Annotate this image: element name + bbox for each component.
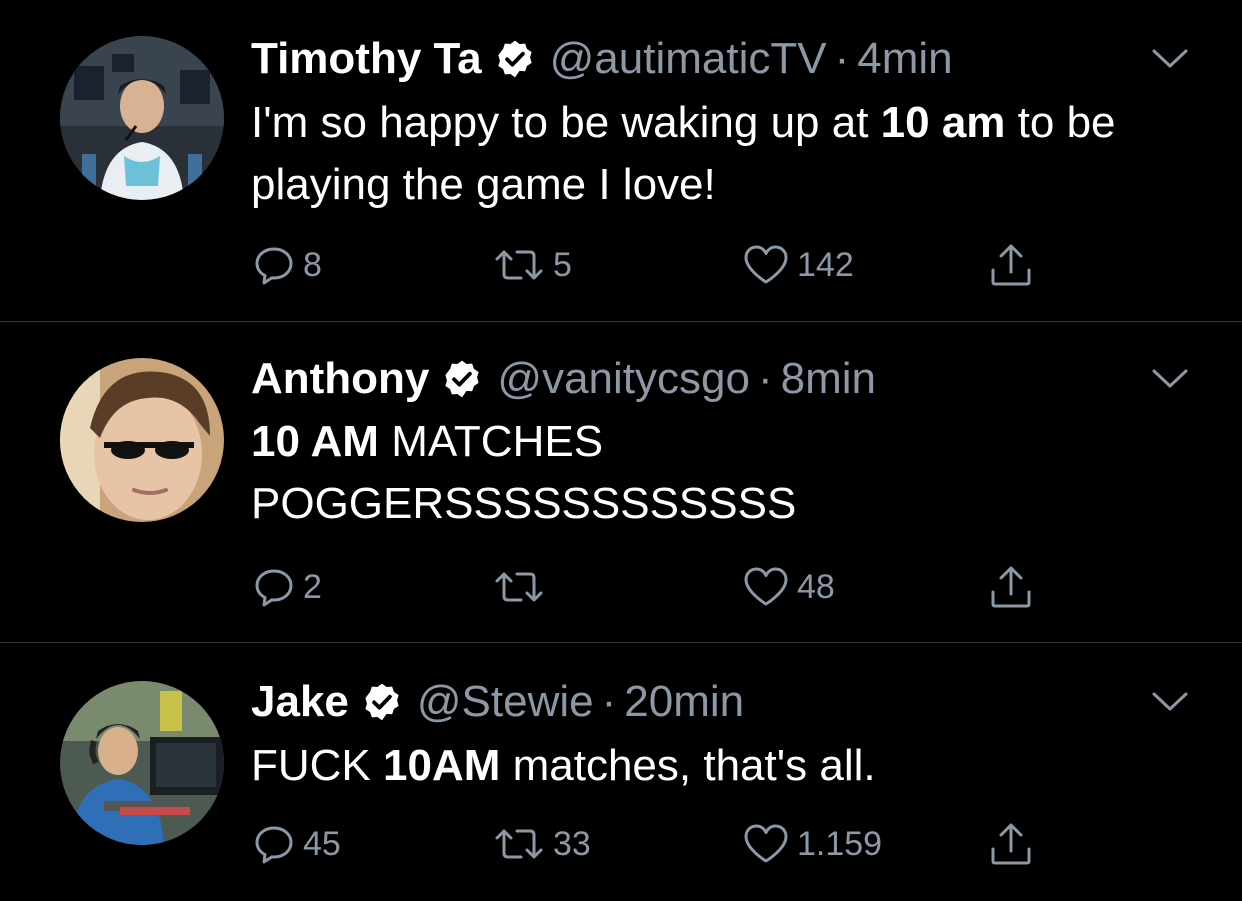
share-button[interactable] (987, 562, 1035, 612)
verified-badge-icon (441, 358, 483, 400)
like-button[interactable]: 142 (741, 240, 854, 290)
heart-icon (741, 821, 791, 867)
like-button[interactable]: 1.159 (741, 819, 882, 869)
tweet-text-bold: 10AM (383, 741, 501, 790)
reply-button[interactable]: 45 (251, 819, 341, 869)
tweet-header: Jake @Stewie · 20min (251, 677, 744, 727)
tweet-actions: 2 48 (251, 562, 1051, 612)
avatar[interactable] (60, 358, 224, 522)
avatar[interactable] (60, 681, 224, 845)
reply-count: 8 (303, 245, 322, 284)
retweet-button[interactable] (491, 562, 553, 612)
retweet-button[interactable]: 5 (491, 240, 572, 290)
tweet-header: Timothy Ta @autimaticTV · 4min (251, 34, 953, 84)
share-icon (987, 819, 1035, 869)
tweet[interactable]: Anthony @vanitycsgo · 8min 10 AM MATCHES… (0, 322, 1242, 643)
verified-badge-icon (361, 681, 403, 723)
tweet-header: Anthony @vanitycsgo · 8min (251, 354, 876, 404)
tweet-text: FUCK 10AM matches, that's all. (251, 735, 1191, 797)
tweet-actions: 45 33 1.159 (251, 819, 1051, 869)
chevron-down-icon[interactable] (1150, 366, 1190, 392)
retweet-count: 33 (553, 824, 591, 863)
tweet-text: I'm so happy to be waking up at 10 am to… (251, 92, 1191, 216)
timestamp[interactable]: 20min (624, 677, 744, 727)
share-button[interactable] (987, 240, 1035, 290)
retweet-button[interactable]: 33 (491, 819, 591, 869)
retweet-icon (491, 242, 547, 288)
separator: · (757, 354, 773, 403)
verified-badge-icon (494, 38, 536, 80)
chevron-down-icon[interactable] (1150, 46, 1190, 72)
like-count: 142 (797, 245, 854, 284)
avatar[interactable] (60, 36, 224, 200)
timestamp[interactable]: 4min (857, 34, 952, 84)
retweet-icon (491, 564, 547, 610)
user-handle[interactable]: @Stewie (417, 677, 594, 727)
tweet-text-part: FUCK (251, 741, 383, 790)
tweet-text-part: I'm so happy to be waking up at (251, 98, 881, 147)
separator: · (601, 677, 617, 726)
tweet[interactable]: Jake @Stewie · 20min FUCK 10AM matches, … (0, 643, 1242, 901)
timestamp[interactable]: 8min (781, 354, 876, 404)
reply-button[interactable]: 2 (251, 562, 322, 612)
reply-button[interactable]: 8 (251, 240, 322, 290)
tweet[interactable]: Timothy Ta @autimaticTV · 4min I'm so ha… (0, 0, 1242, 322)
reply-count: 2 (303, 567, 322, 606)
user-handle[interactable]: @vanitycsgo (497, 354, 750, 404)
like-count: 48 (797, 567, 835, 606)
reply-icon (251, 821, 297, 867)
separator: · (834, 34, 850, 83)
display-name[interactable]: Anthony (251, 354, 429, 404)
tweet-text-part: matches, that's all. (500, 741, 876, 790)
heart-icon (741, 242, 791, 288)
like-count: 1.159 (797, 824, 883, 863)
chevron-down-icon[interactable] (1150, 689, 1190, 715)
share-icon (987, 562, 1035, 612)
like-button[interactable]: 48 (741, 562, 835, 612)
tweet-text-bold: 10 am (880, 98, 1006, 147)
reply-icon (251, 242, 297, 288)
retweet-count: 5 (553, 245, 572, 284)
tweet-text-bold: 10 AM (251, 417, 379, 466)
tweet-text: 10 AM MATCHES POGGERSSSSSSSSSSSS (251, 411, 851, 535)
share-icon (987, 240, 1035, 290)
heart-icon (741, 564, 791, 610)
display-name[interactable]: Jake (251, 677, 349, 727)
reply-count: 45 (303, 824, 341, 863)
reply-icon (251, 564, 297, 610)
user-handle[interactable]: @autimaticTV (550, 34, 827, 84)
tweet-actions: 8 5 142 (251, 240, 1051, 290)
display-name[interactable]: Timothy Ta (251, 34, 482, 84)
share-button[interactable] (987, 819, 1035, 869)
retweet-icon (491, 821, 547, 867)
